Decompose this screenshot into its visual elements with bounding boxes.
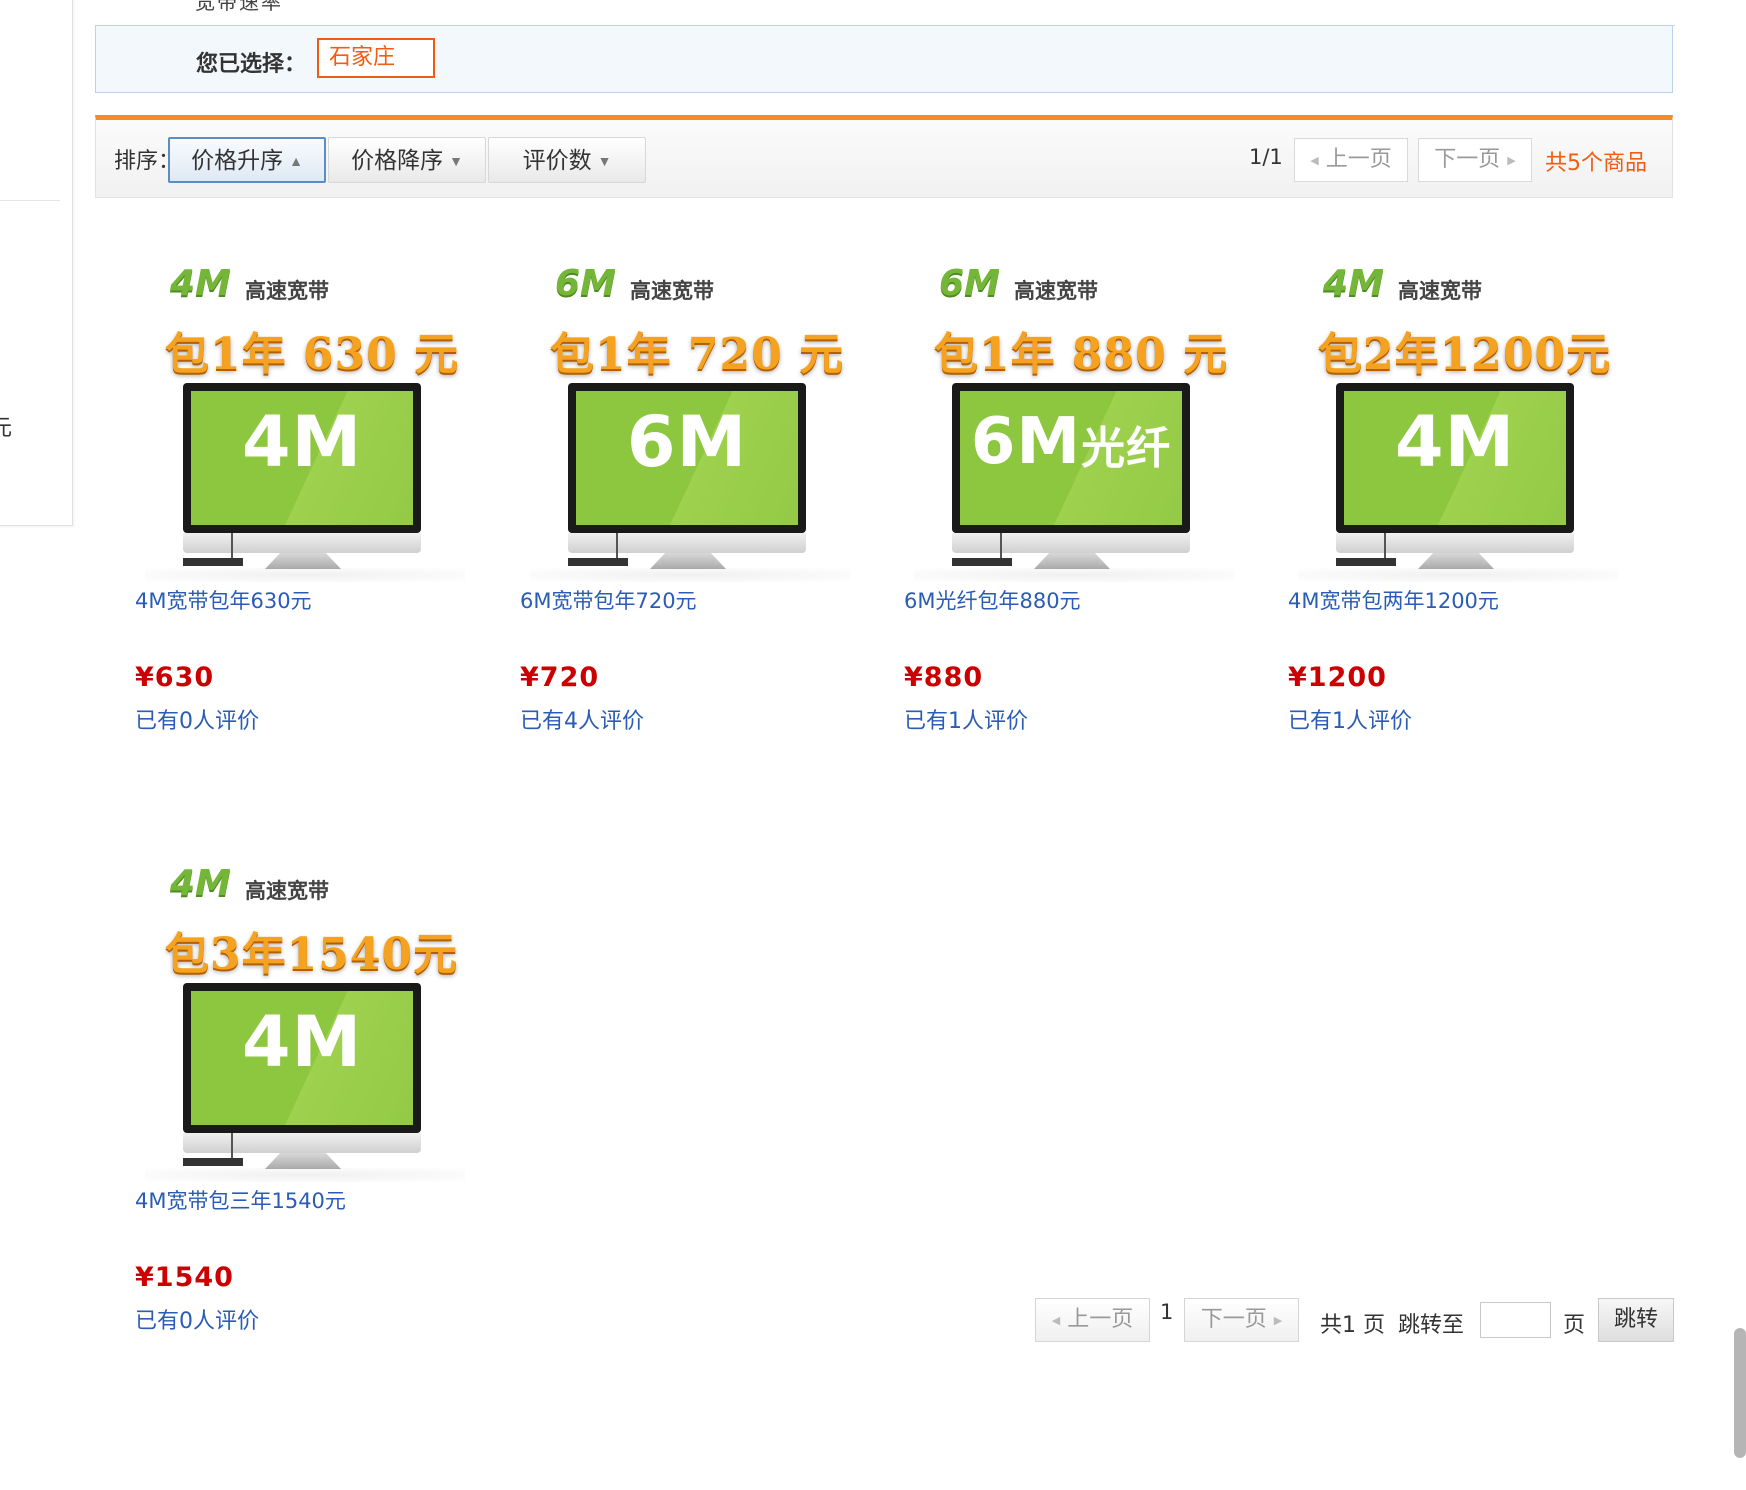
product-price: ¥720 [520, 662, 600, 693]
product-card: 4M 高速宽带 包1年 630 元 4M 4M宽带包年630元 ¥630 已有0… [95, 250, 465, 810]
product-card: 6M 高速宽带 包1年 880 元 6M光纤 6M光纤包年880元 ¥880 已… [864, 250, 1234, 810]
price-banner: 包3年1540元 [165, 929, 459, 980]
speed-logo: 4M [1323, 263, 1384, 304]
product-image[interactable]: 6M 高速宽带 包1年 720 元 6M [520, 250, 860, 582]
router-icon [183, 558, 243, 566]
arrow-up-icon: ▲ [289, 153, 303, 169]
price-banner: 包1年 720 元 [550, 329, 845, 380]
speed-subtitle: 高速宽带 [245, 879, 329, 903]
selected-tag-shijiazhuang[interactable]: 石家庄 [317, 38, 435, 78]
speed-subtitle: 高速宽带 [1398, 279, 1482, 303]
product-image[interactable]: 6M 高速宽带 包1年 880 元 6M光纤 [904, 250, 1244, 582]
product-title-link[interactable]: 6M宽带包年720元 [520, 585, 697, 615]
selected-label: 您已选择： [196, 52, 307, 77]
sidebar-divider [0, 200, 60, 201]
next-page-label: 下一页 [1434, 147, 1501, 172]
product-price: ¥1540 [135, 1262, 234, 1293]
screen-speed: 6M [970, 405, 1082, 479]
speed-logo: 6M [555, 263, 616, 304]
sidebar-cut-text: 元 [0, 416, 13, 441]
screen-text: 6M [626, 401, 748, 483]
product-reviews-link[interactable]: 已有4人评价 [520, 703, 644, 735]
sort-bar: 排序： 价格升序 ▲ 价格降序 ▼ 评价数 ▼ 1/1 ◀ 上一页 下一页 ▶ 共5个… [95, 115, 1673, 198]
screen-text: 6M光纤 [952, 405, 1190, 479]
screen-text: 4M [241, 1001, 363, 1083]
bottom-next-page-button[interactable]: 下一页 ▶ [1184, 1298, 1299, 1342]
bottom-next-page-label: 下一页 [1200, 1307, 1267, 1332]
sort-price-desc-label: 价格降序 [351, 147, 444, 173]
speed-subtitle: 高速宽带 [630, 279, 714, 303]
speed-subtitle: 高速宽带 [245, 279, 329, 303]
next-page-button[interactable]: 下一页 ▶ [1418, 138, 1532, 182]
product-reviews-link[interactable]: 已有0人评价 [135, 703, 259, 735]
monitor-icon: 6M [568, 383, 806, 533]
product-image[interactable]: 4M 高速宽带 包3年1540元 4M [135, 850, 475, 1182]
chevron-left-icon: ◀ [1051, 1314, 1061, 1327]
bottom-jump-label: 跳转至 [1398, 1313, 1465, 1338]
router-icon [183, 1158, 243, 1166]
total-goods-count: 共5个商品 [1545, 151, 1647, 176]
arrow-down-icon: ▼ [597, 153, 612, 169]
monitor-icon: 6M光纤 [952, 383, 1190, 533]
sort-price-desc-button[interactable]: 价格降序 ▼ [328, 137, 486, 183]
product-reviews-link[interactable]: 已有1人评价 [904, 703, 1028, 735]
monitor-icon: 4M [183, 383, 421, 533]
speed-logo: 4M [170, 863, 231, 904]
product-price: ¥880 [904, 662, 984, 693]
sort-reviews-label: 评价数 [522, 147, 592, 173]
scrollbar-thumb[interactable] [1734, 1328, 1746, 1458]
product-reviews-link[interactable]: 已有0人评价 [135, 1303, 259, 1335]
speed-logo: 4M [170, 263, 231, 304]
screen-text: 4M [241, 401, 363, 483]
arrow-down-icon: ▼ [449, 153, 463, 169]
chevron-left-icon: ◀ [1310, 154, 1319, 167]
product-image[interactable]: 4M 高速宽带 包1年 630 元 4M [135, 250, 475, 582]
monitor-icon: 4M [1336, 383, 1574, 533]
product-price: ¥1200 [1288, 662, 1387, 693]
router-icon [1336, 558, 1396, 566]
monitor-icon: 4M [183, 983, 421, 1133]
product-price: ¥630 [135, 662, 215, 693]
bottom-page-unit: 页 [1563, 1313, 1586, 1338]
product-card: 4M 高速宽带 包2年1200元 4M 4M宽带包两年1200元 ¥1200 已… [1248, 250, 1618, 810]
product-reviews-link[interactable]: 已有1人评价 [1288, 703, 1412, 735]
screen-text: 4M [1394, 401, 1516, 483]
sort-price-asc-button[interactable]: 价格升序 ▲ [168, 137, 326, 183]
prev-page-button[interactable]: ◀ 上一页 [1294, 138, 1408, 182]
screen-suffix: 光纤 [1081, 423, 1172, 474]
product-title-link[interactable]: 6M光纤包年880元 [904, 585, 1081, 615]
product-image[interactable]: 4M 高速宽带 包2年1200元 4M [1288, 250, 1628, 582]
prev-page-label: 上一页 [1325, 147, 1392, 172]
router-icon [952, 558, 1012, 566]
sort-reviews-button[interactable]: 评价数 ▼ [488, 137, 646, 183]
router-icon [568, 558, 628, 566]
bottom-prev-page-label: 上一页 [1067, 1307, 1134, 1332]
filter-row-label: 宽带速率 [195, 0, 283, 14]
page-jump-input[interactable] [1480, 1302, 1551, 1338]
left-sidebar: 元 [0, 0, 73, 526]
price-banner: 包1年 630 元 [165, 329, 460, 380]
product-title-link[interactable]: 4M宽带包两年1200元 [1288, 585, 1499, 615]
product-title-link[interactable]: 4M宽带包年630元 [135, 585, 312, 615]
filter-row-cut: 宽带速率 [95, 0, 1675, 26]
product-title-link[interactable]: 4M宽带包三年1540元 [135, 1185, 346, 1215]
bottom-total-pages: 共1 页 [1320, 1313, 1385, 1338]
chevron-right-icon: ▶ [1273, 1314, 1283, 1327]
speed-logo: 6M [939, 263, 1000, 304]
jump-go-button[interactable]: 跳转 [1598, 1298, 1674, 1342]
sort-price-asc-label: 价格升序 [191, 147, 284, 173]
selected-filters: 您已选择： 石家庄 [95, 25, 1673, 93]
bottom-current-page[interactable]: 1 [1160, 1300, 1173, 1324]
price-banner: 包1年 880 元 [934, 329, 1229, 380]
price-banner: 包2年1200元 [1318, 329, 1612, 380]
product-card: 6M 高速宽带 包1年 720 元 6M 6M宽带包年720元 ¥720 已有4… [480, 250, 850, 810]
chevron-right-icon: ▶ [1507, 154, 1516, 167]
bottom-prev-page-button[interactable]: ◀ 上一页 [1035, 1298, 1150, 1342]
page-info: 1/1 [1249, 145, 1283, 169]
product-card: 4M 高速宽带 包3年1540元 4M 4M宽带包三年1540元 ¥1540 已… [95, 850, 465, 1410]
speed-subtitle: 高速宽带 [1014, 279, 1098, 303]
